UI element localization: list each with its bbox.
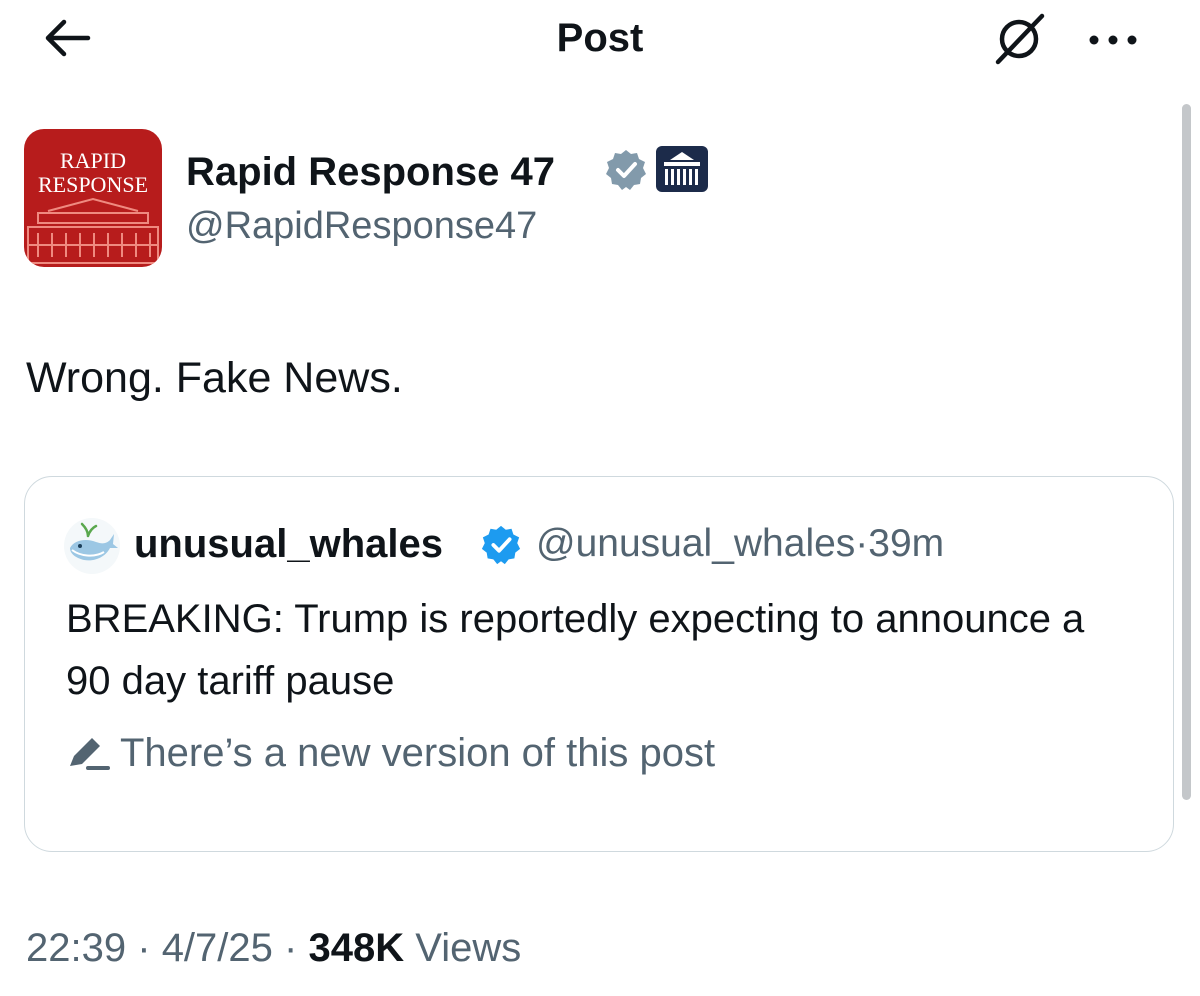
quoted-author-handle[interactable]: @unusual_whales xyxy=(536,522,855,565)
new-version-link[interactable]: There’s a new version of this post xyxy=(120,727,715,779)
grok-button[interactable] xyxy=(990,10,1048,68)
post-metadata: 22:39 · 4/7/25 · 348K Views xyxy=(26,922,521,974)
more-button[interactable] xyxy=(1084,20,1142,60)
quoted-author-avatar[interactable] xyxy=(64,518,120,574)
meta-separator: · xyxy=(855,522,869,565)
post-date[interactable]: 4/7/25 xyxy=(162,926,273,970)
quoted-post-meta: @unusual_whales·39m xyxy=(536,519,944,569)
author-display-name[interactable]: Rapid Response 47 xyxy=(186,148,555,196)
views-label[interactable]: Views xyxy=(415,926,521,970)
verified-badge-icon xyxy=(481,525,521,565)
author-handle[interactable]: @RapidResponse47 xyxy=(186,203,537,249)
views-count[interactable]: 348K xyxy=(308,926,404,970)
verified-badge-icon xyxy=(606,150,646,190)
quoted-post-age[interactable]: 39m xyxy=(868,522,944,565)
quoted-post-text: BREAKING: Trump is reportedly expecting … xyxy=(66,597,1085,703)
grok-icon xyxy=(995,13,1045,65)
post-time[interactable]: 22:39 xyxy=(26,926,126,970)
quoted-author-display-name[interactable]: unusual_whales xyxy=(134,519,443,569)
avatar-wordmark: RAPID RESPONSE xyxy=(37,148,149,197)
meta-separator: · xyxy=(137,926,151,970)
meta-separator: · xyxy=(284,926,298,970)
author-avatar[interactable]: RAPID RESPONSE xyxy=(24,129,162,267)
whale-icon xyxy=(70,522,118,561)
scrollbar-thumb[interactable] xyxy=(1182,104,1191,800)
more-horizontal-icon xyxy=(1089,35,1137,45)
post-text: Wrong. Fake News. xyxy=(26,354,403,402)
white-house-icon xyxy=(27,197,159,264)
affiliation-badge-icon[interactable] xyxy=(656,146,708,192)
edit-pencil-icon xyxy=(70,738,110,770)
